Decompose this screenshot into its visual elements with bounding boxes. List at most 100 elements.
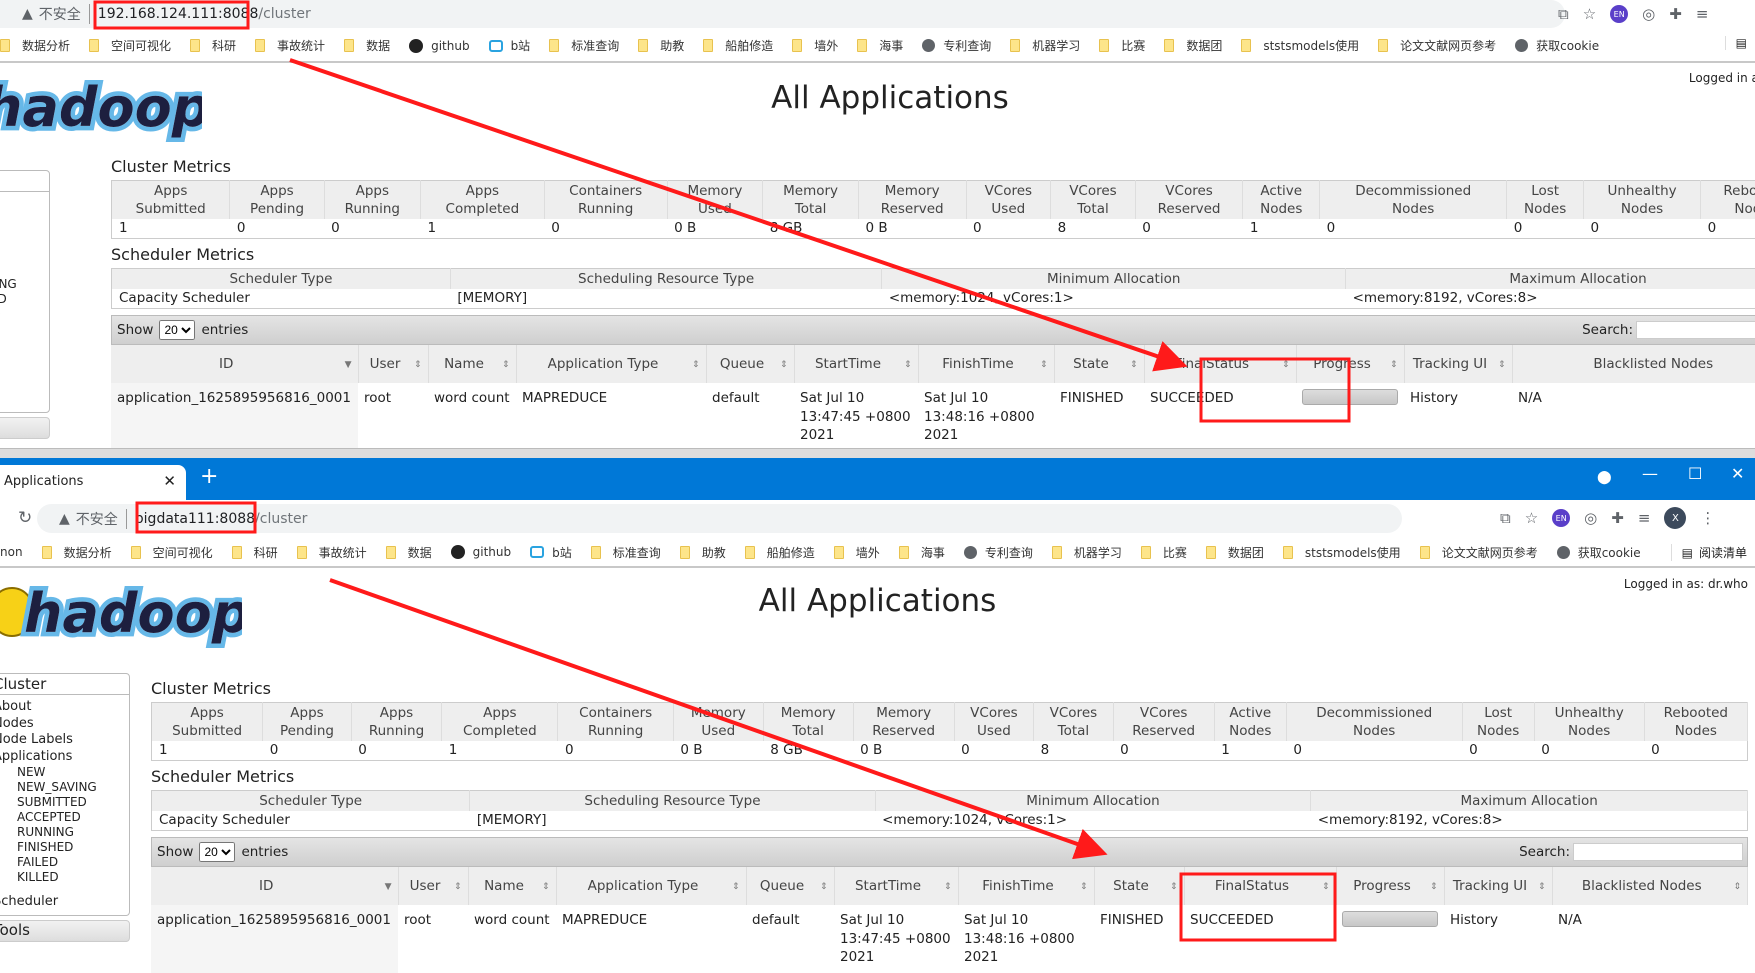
- bookmark-item[interactable]: 机器学习: [1010, 37, 1080, 54]
- sidebar-tools[interactable]: Tools: [0, 416, 50, 439]
- bookmark-item[interactable]: 科研: [190, 37, 236, 54]
- bookmark-item[interactable]: 船舶修造: [703, 37, 773, 54]
- sort-icon[interactable]: ⇕: [414, 357, 422, 374]
- bookmark-item[interactable]: 空间可视化: [89, 37, 171, 54]
- close-tab-icon[interactable]: ✕: [163, 472, 176, 490]
- media-icon[interactable]: ≡: [1696, 5, 1709, 23]
- column-header-queue[interactable]: Queue ⇕: [706, 345, 795, 383]
- puzzle-icon[interactable]: ✚: [1611, 509, 1624, 527]
- bookmark-item[interactable]: b站: [530, 544, 572, 561]
- cell-id[interactable]: application_1625895956816_0001: [151, 905, 398, 973]
- nav-failed[interactable]: FAILED: [0, 352, 49, 367]
- extension-icon[interactable]: ◎: [1642, 5, 1655, 23]
- bookmark-clipped[interactable]: non: [0, 545, 23, 559]
- bookmark-item[interactable]: 数据分析: [0, 37, 70, 54]
- column-header-name[interactable]: Name ⇕: [468, 867, 557, 905]
- new-tab-button[interactable]: +: [200, 464, 218, 489]
- bookmark-item[interactable]: ststsmodels使用: [1241, 37, 1359, 54]
- column-header-id[interactable]: ID ▼: [111, 345, 359, 383]
- nav-failed[interactable]: FAILED: [0, 855, 129, 870]
- sort-icon[interactable]: ⇕: [904, 357, 912, 374]
- sidebar-header-cluster[interactable]: Cluster: [0, 171, 49, 192]
- reading-list[interactable]: ▤ 阅读清单: [1670, 544, 1747, 561]
- bookmark-item[interactable]: 专利查询: [963, 544, 1033, 561]
- translate-icon[interactable]: ⧉: [1558, 5, 1569, 23]
- puzzle-icon[interactable]: ✚: [1669, 5, 1682, 23]
- bookmark-item[interactable]: 标准查询: [549, 37, 619, 54]
- cell-tracking[interactable]: History: [1444, 905, 1552, 973]
- sort-icon[interactable]: ▼: [385, 879, 392, 896]
- nav-applications[interactable]: Applications: [0, 749, 129, 766]
- profile-avatar[interactable]: X: [1664, 507, 1687, 529]
- bookmark-item[interactable]: 标准查询: [590, 544, 661, 561]
- bookmark-item[interactable]: 数据团: [1164, 37, 1222, 54]
- nav-new[interactable]: NEW: [0, 765, 129, 780]
- maximize-button[interactable]: ☐: [1688, 464, 1702, 483]
- column-header-tracking-ui[interactable]: Tracking UI ⇕: [1444, 867, 1553, 905]
- sidebar-header-cluster[interactable]: Cluster: [0, 674, 129, 695]
- address-bar[interactable]: ▲ 不安全 192.168.124.111:8088/cluster: [0, 0, 1565, 28]
- bookmark-item[interactable]: 论文文献网页参考: [1378, 37, 1496, 54]
- bookmark-item[interactable]: 机器学习: [1051, 544, 1122, 561]
- sort-icon[interactable]: ⇕: [1170, 879, 1178, 896]
- nav-scheduler[interactable]: Scheduler: [0, 391, 49, 408]
- bookmark-item[interactable]: 数据: [344, 37, 390, 54]
- nav-killed[interactable]: KILLED: [0, 870, 129, 885]
- bookmark-item[interactable]: 海事: [898, 544, 945, 561]
- minimize-button[interactable]: —: [1642, 464, 1658, 483]
- nav-new-saving[interactable]: NEW_SAVING: [0, 277, 49, 292]
- nav-about[interactable]: About: [0, 196, 49, 213]
- bookmark-item[interactable]: 数据团: [1205, 544, 1264, 561]
- bookmark-item[interactable]: 获取cookie: [1515, 37, 1599, 54]
- nav-submitted[interactable]: SUBMITTED: [0, 292, 49, 307]
- bookmark-item[interactable]: github: [450, 545, 511, 559]
- entries-select[interactable]: 20: [199, 842, 236, 862]
- cell-id[interactable]: application_1625895956816_0001: [111, 383, 358, 451]
- column-header-finishtime[interactable]: FinishTime ⇕: [918, 345, 1055, 383]
- nav-nodes[interactable]: Nodes: [0, 716, 129, 733]
- column-header-application-type[interactable]: Application Type ⇕: [556, 867, 747, 905]
- column-header-tracking-ui[interactable]: Tracking UI ⇕: [1404, 345, 1513, 383]
- sort-icon[interactable]: ⇕: [1498, 357, 1506, 374]
- bookmark-item[interactable]: 事故统计: [255, 37, 325, 54]
- bookmark-item[interactable]: 海事: [857, 37, 903, 54]
- translate-icon[interactable]: ⧉: [1500, 509, 1511, 527]
- nav-about[interactable]: About: [0, 699, 129, 716]
- sort-icon[interactable]: ⇕: [1733, 879, 1741, 896]
- sort-icon[interactable]: ⇕: [542, 879, 550, 896]
- bookmark-item[interactable]: github: [409, 38, 470, 53]
- nav-new-saving[interactable]: NEW_SAVING: [0, 780, 129, 795]
- reload-icon[interactable]: ↻: [18, 508, 32, 528]
- sort-icon[interactable]: ⇕: [1538, 879, 1546, 896]
- cell-tracking[interactable]: History: [1404, 383, 1512, 451]
- sort-icon[interactable]: ⇕: [1430, 879, 1438, 896]
- column-header-queue[interactable]: Queue ⇕: [746, 867, 835, 905]
- nav-killed[interactable]: KILLED: [0, 367, 49, 382]
- sort-icon[interactable]: ⇕: [1390, 357, 1398, 374]
- column-header-finalstatus[interactable]: FinalStatus ⇕: [1144, 345, 1297, 383]
- bookmark-item[interactable]: 比赛: [1099, 37, 1145, 54]
- bookmark-item[interactable]: 助教: [679, 544, 726, 561]
- sort-icon[interactable]: ⇕: [780, 357, 788, 374]
- bookmark-item[interactable]: 论文文献网页参考: [1419, 544, 1538, 561]
- extension-en-icon[interactable]: EN: [1552, 509, 1571, 527]
- bookmark-item[interactable]: 事故统计: [296, 544, 367, 561]
- tab-search-icon[interactable]: ⬤: [1597, 470, 1612, 485]
- column-header-name[interactable]: Name ⇕: [428, 345, 517, 383]
- nav-node-labels[interactable]: Node Labels: [0, 229, 49, 246]
- bookmark-item[interactable]: 墙外: [792, 37, 838, 54]
- nav-finished[interactable]: FINISHED: [0, 840, 129, 855]
- sort-icon[interactable]: ⇕: [1040, 357, 1048, 374]
- sort-icon[interactable]: ⇕: [454, 879, 462, 896]
- bookmark-item[interactable]: 专利查询: [922, 37, 991, 54]
- bookmark-item[interactable]: 空间可视化: [130, 544, 213, 561]
- sort-icon[interactable]: ⇕: [1282, 357, 1290, 374]
- address-bar[interactable]: ▲ 不安全 bigdata111:8088/cluster: [37, 504, 1402, 533]
- menu-icon[interactable]: ⋮: [1700, 509, 1715, 527]
- column-header-user[interactable]: User ⇕: [398, 867, 469, 905]
- nav-applications[interactable]: Applications: [0, 246, 49, 263]
- search-input[interactable]: [1573, 843, 1743, 861]
- bookmark-item[interactable]: 科研: [231, 544, 278, 561]
- column-header-id[interactable]: ID ▼: [151, 867, 399, 905]
- bookmark-item[interactable]: 墙外: [833, 544, 880, 561]
